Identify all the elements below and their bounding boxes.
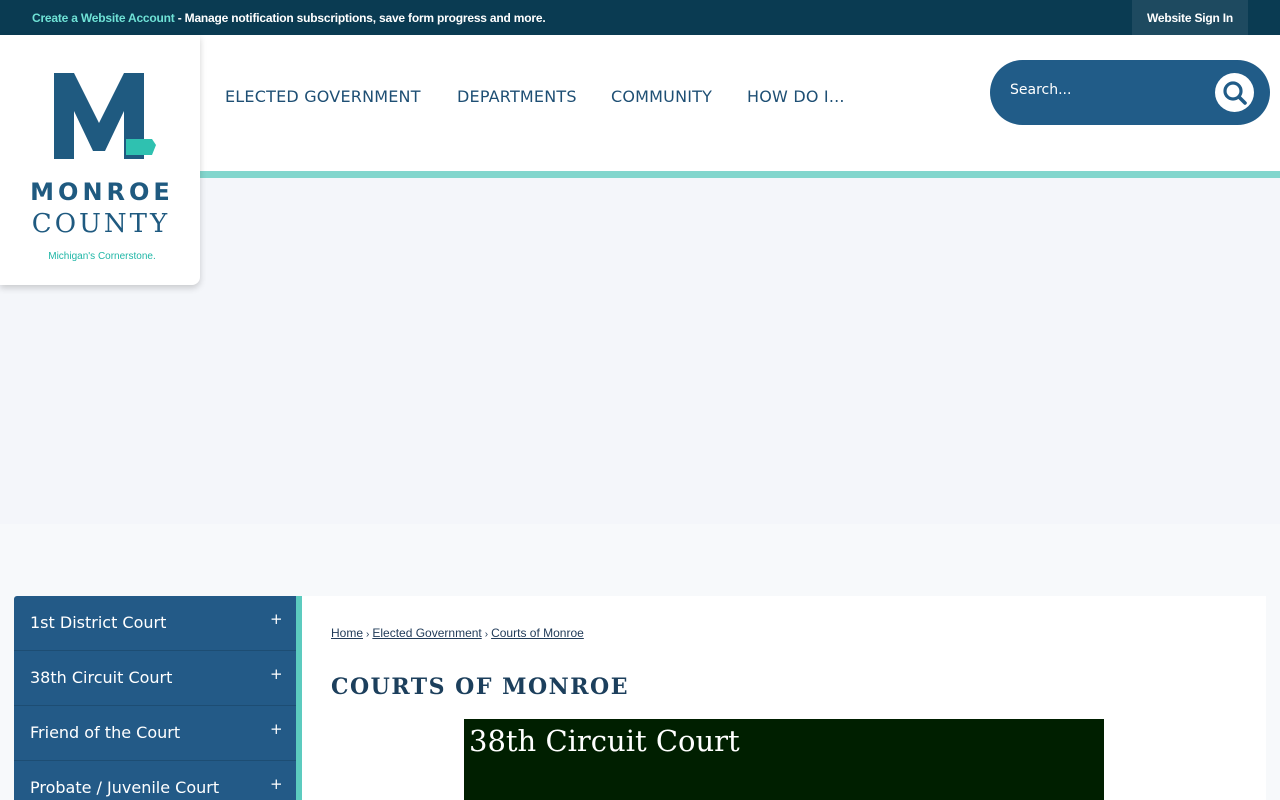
sidebar-item-label: Probate / Juvenile Court	[30, 778, 220, 797]
create-account-link[interactable]: Create a Website Account	[32, 11, 175, 25]
nav-community[interactable]: COMMUNITY	[611, 87, 712, 106]
sidebar-item-friend-of-the-court[interactable]: Friend of the Court +	[14, 706, 296, 761]
expand-icon[interactable]: +	[270, 665, 283, 683]
breadcrumb-courts-of-monroe[interactable]: Courts of Monroe	[491, 626, 584, 640]
account-message-text: - Manage notification subscriptions, sav…	[174, 11, 546, 25]
main-content: Home › Elected Government › Courts of Monroe…	[302, 596, 1266, 800]
sidebar-item-label: 1st District Court	[30, 613, 167, 632]
account-message: Create a Website Account - Manage notifi…	[32, 11, 546, 25]
search-input[interactable]	[1010, 82, 1190, 98]
header-accent-stripe	[200, 171, 1280, 178]
sidebar-item-1st-district-court[interactable]: 1st District Court +	[14, 596, 296, 651]
county-logo[interactable]: MONROE COUNTY Michigan's Cornerstone.	[0, 35, 200, 285]
search-bar	[990, 60, 1270, 125]
circuit-court-banner: 38th Circuit Court	[464, 719, 1104, 800]
sidebar-item-label: 38th Circuit Court	[30, 668, 173, 687]
logo-wordmark-monroe: MONROE	[30, 178, 174, 206]
expand-icon[interactable]: +	[270, 720, 283, 738]
search-button[interactable]	[1215, 73, 1254, 112]
banner-title: 38th Circuit Court	[469, 724, 740, 758]
logo-tagline: Michigan's Cornerstone.	[48, 251, 156, 262]
breadcrumb-elected-government[interactable]: Elected Government	[372, 626, 481, 640]
logo-wordmark-county: COUNTY	[31, 209, 171, 239]
nav-departments[interactable]: DEPARTMENTS	[457, 87, 577, 106]
monroe-m-logo-icon	[54, 73, 156, 159]
breadcrumb-home[interactable]: Home	[331, 626, 363, 640]
website-sign-in-button[interactable]: Website Sign In	[1132, 0, 1248, 35]
page-title: COURTS OF MONROE	[331, 674, 629, 700]
sidebar-item-38th-circuit-court[interactable]: 38th Circuit Court +	[14, 651, 296, 706]
search-icon	[1222, 80, 1247, 105]
expand-icon[interactable]: +	[270, 775, 283, 793]
top-utility-bar: Create a Website Account - Manage notifi…	[0, 0, 1280, 35]
sidebar-item-label: Friend of the Court	[30, 723, 181, 742]
nav-elected-government[interactable]: ELECTED GOVERNMENT	[225, 87, 421, 106]
breadcrumb: Home › Elected Government › Courts of Monroe	[331, 626, 584, 640]
sidebar-item-probate-juvenile-court[interactable]: Probate / Juvenile Court +	[14, 761, 296, 800]
expand-icon[interactable]: +	[270, 610, 283, 628]
breadcrumb-separator: ›	[366, 629, 370, 640]
breadcrumb-separator: ›	[484, 629, 489, 640]
sidebar-navigation: 1st District Court + 38th Circuit Court …	[14, 596, 302, 800]
nav-how-do-i[interactable]: HOW DO I...	[747, 87, 845, 106]
